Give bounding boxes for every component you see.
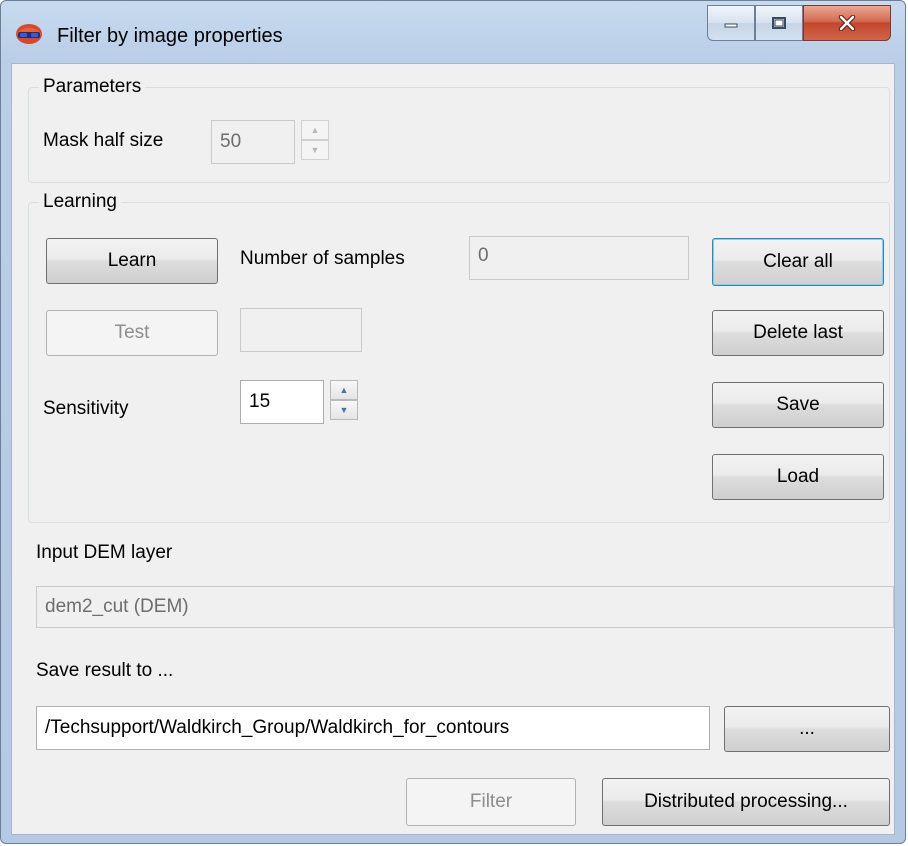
dialog-client-area: Parameters Mask half size 50 ▲ ▼ Learnin… — [11, 63, 895, 835]
close-icon — [838, 15, 856, 31]
browse-button[interactable]: ... — [724, 706, 890, 752]
spin-down-icon[interactable]: ▼ — [301, 140, 329, 160]
caption-buttons — [707, 5, 891, 43]
save-result-label: Save result to ... — [36, 660, 174, 681]
input-dem-layer-label: Input DEM layer — [36, 542, 173, 563]
mask-half-size-spinner[interactable]: ▲ ▼ — [301, 120, 329, 160]
mask-half-size-label: Mask half size — [43, 130, 164, 151]
parameters-group-title: Parameters — [39, 76, 146, 98]
mask-half-size-input[interactable]: 50 — [211, 120, 295, 164]
delete-last-button[interactable]: Delete last — [712, 310, 884, 356]
load-button[interactable]: Load — [712, 454, 884, 500]
app-logo-icon — [16, 24, 42, 44]
test-result-field — [240, 308, 362, 352]
spin-up-icon[interactable]: ▲ — [330, 380, 358, 400]
test-button[interactable]: Test — [46, 310, 218, 356]
minimize-button[interactable] — [707, 5, 755, 41]
window-title: Filter by image properties — [57, 25, 283, 47]
title-bar[interactable]: Filter by image properties — [1, 1, 905, 63]
save-result-path-input[interactable]: /Techsupport/Waldkirch_Group/Waldkirch_f… — [36, 706, 710, 750]
close-button[interactable] — [803, 5, 891, 41]
number-of-samples-label: Number of samples — [240, 248, 405, 269]
learn-button[interactable]: Learn — [46, 238, 218, 284]
clear-all-button[interactable]: Clear all — [712, 238, 884, 286]
sensitivity-input[interactable]: 15 — [240, 380, 324, 424]
maximize-button[interactable] — [755, 5, 803, 41]
learning-group-title: Learning — [39, 191, 121, 213]
number-of-samples-field: 0 — [469, 236, 689, 280]
sensitivity-label: Sensitivity — [43, 398, 129, 419]
spin-up-icon[interactable]: ▲ — [301, 120, 329, 140]
distributed-processing-button[interactable]: Distributed processing... — [602, 778, 890, 826]
save-button[interactable]: Save — [712, 382, 884, 428]
dialog-window: Filter by image properties Parameters Ma… — [0, 0, 906, 844]
sensitivity-spinner[interactable]: ▲ ▼ — [330, 380, 358, 420]
input-dem-layer-field[interactable]: dem2_cut (DEM) — [36, 586, 894, 628]
minimize-icon — [724, 23, 738, 28]
maximize-icon — [772, 17, 786, 29]
spin-down-icon[interactable]: ▼ — [330, 400, 358, 420]
filter-button[interactable]: Filter — [406, 778, 576, 826]
